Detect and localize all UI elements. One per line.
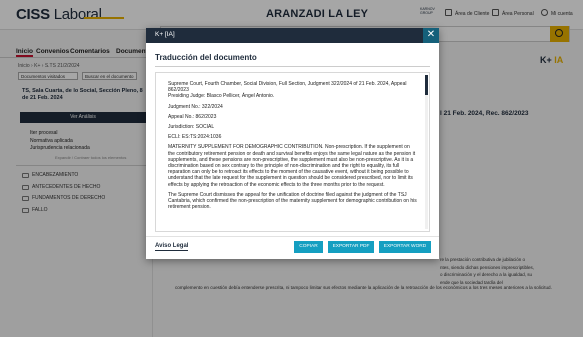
translation-paragraph: Jurisdiction: SOCIAL bbox=[168, 124, 215, 131]
translation-dialog: K+ [IA] ✕ Traducción del documento Supre… bbox=[146, 28, 439, 259]
scrollbar-thumb[interactable] bbox=[425, 75, 428, 95]
translation-content[interactable]: Supreme Court, Fourth Chamber, Social Di… bbox=[155, 72, 430, 232]
dialog-header-title: K+ [IA] bbox=[155, 31, 175, 38]
translation-paragraph: Supreme Court, Fourth Chamber, Social Di… bbox=[168, 81, 407, 94]
translation-text: Supreme Court, Fourth Chamber, Social Di… bbox=[168, 81, 418, 214]
copy-button[interactable]: COPIAR bbox=[294, 241, 323, 253]
export-pdf-button[interactable]: EXPORTAR PDF bbox=[328, 241, 374, 253]
legal-notice-link[interactable]: Aviso Legal bbox=[155, 243, 189, 251]
translation-paragraph: Judgment No.: 322/2024 bbox=[168, 103, 223, 110]
translation-paragraph: MATERNITY SUPPLEMENT FOR DEMOGRAPHIC CON… bbox=[168, 144, 416, 188]
dialog-title: Traducción del documento bbox=[155, 53, 257, 62]
close-icon[interactable]: ✕ bbox=[423, 28, 439, 43]
translation-paragraph: The Supreme Court dismisses the appeal f… bbox=[168, 191, 417, 211]
translation-paragraph: Appeal No.: 862/2023 bbox=[168, 113, 217, 120]
scrollbar-track[interactable] bbox=[425, 75, 428, 229]
translation-paragraph: Presiding Judge: Blasco Pellicer, Ángel … bbox=[168, 93, 275, 100]
export-word-button[interactable]: EXPORTAR WORD bbox=[379, 241, 431, 253]
dialog-header: K+ [IA] ✕ bbox=[146, 28, 439, 43]
divider bbox=[155, 66, 430, 67]
divider bbox=[146, 236, 439, 237]
translation-paragraph: ECLI: ES:TS:2024:1036 bbox=[168, 134, 222, 141]
